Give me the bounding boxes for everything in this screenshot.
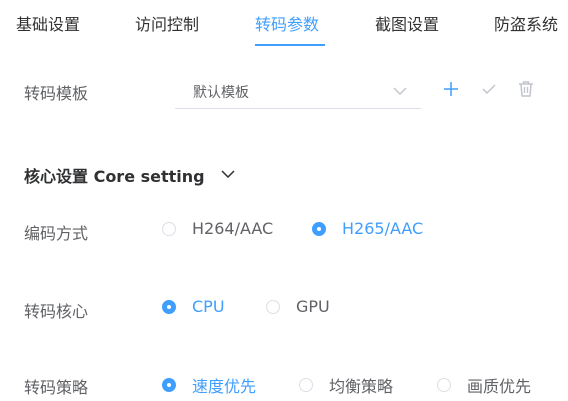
radio-circle [437, 378, 451, 392]
active-tab-indicator [255, 44, 325, 46]
plus-icon[interactable] [442, 80, 460, 98]
tab-anti-theft[interactable]: 防盗系统 [494, 11, 558, 35]
radio-label: H264/AAC [192, 219, 274, 238]
tab-access-control[interactable]: 访问控制 [135, 11, 199, 35]
template-select[interactable]: 默认模板 [175, 74, 421, 109]
chevron-down-icon [393, 87, 407, 95]
radio-label: GPU [296, 297, 330, 316]
radio-balanced[interactable]: 均衡策略 [299, 373, 393, 397]
radio-speed-first[interactable]: 速度优先 [162, 373, 256, 397]
tab-screenshot-settings[interactable]: 截图设置 [375, 11, 439, 35]
radio-circle [162, 378, 176, 392]
encoding-label: 编码方式 [24, 224, 89, 243]
radio-cpu[interactable]: CPU [162, 297, 225, 316]
radio-circle [162, 299, 176, 314]
radio-circle [266, 299, 280, 314]
radio-label: 速度优先 [192, 377, 257, 396]
trash-icon[interactable] [517, 80, 535, 98]
tab-bar: 基础设置 访问控制 转码参数 截图设置 防盗系统 [0, 0, 568, 46]
engine-label: 转码核心 [24, 302, 89, 321]
tab-transcode-params[interactable]: 转码参数 [255, 11, 319, 35]
template-label: 转码模板 [24, 84, 89, 103]
radio-gpu[interactable]: GPU [266, 297, 330, 316]
radio-circle [299, 378, 313, 392]
tab-basic-settings[interactable]: 基础设置 [16, 11, 80, 35]
radio-h265[interactable]: H265/AAC [312, 219, 423, 238]
radio-label: H265/AAC [342, 219, 424, 238]
radio-circle [312, 221, 326, 236]
strategy-label: 转码策略 [24, 378, 89, 397]
radio-h264[interactable]: H264/AAC [162, 219, 273, 238]
check-icon[interactable] [480, 80, 498, 98]
core-setting-title: 核心设置 Core setting [24, 167, 205, 186]
template-select-value: 默认模板 [193, 85, 249, 101]
radio-circle [162, 221, 176, 236]
radio-label: 画质优先 [467, 377, 532, 396]
radio-label: 均衡策略 [329, 377, 394, 396]
radio-quality-first[interactable]: 画质优先 [437, 373, 531, 397]
chevron-down-icon[interactable] [221, 170, 235, 178]
radio-label: CPU [192, 297, 225, 316]
